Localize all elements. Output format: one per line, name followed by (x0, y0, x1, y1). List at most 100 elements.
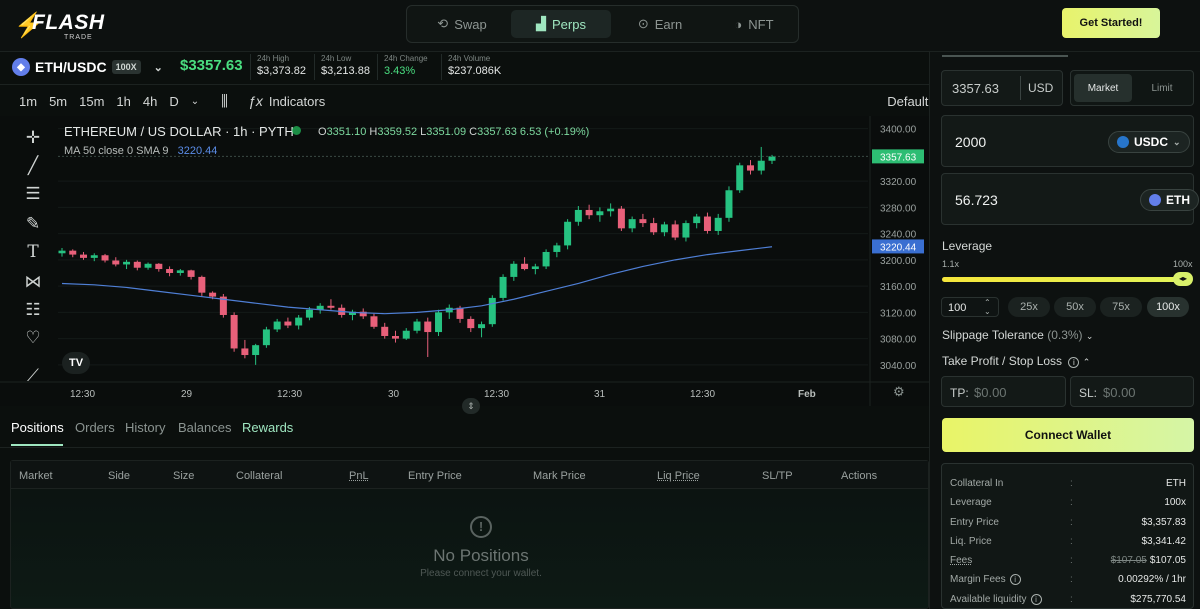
candle-body (746, 165, 754, 171)
candle-body (80, 254, 88, 258)
indicators-button[interactable]: Indicators (269, 94, 325, 109)
connect-wallet-button[interactable]: Connect Wallet (942, 418, 1194, 452)
price-field[interactable]: 3357.63 USD (941, 70, 1063, 106)
receive-token-select[interactable]: ETH (1140, 189, 1199, 211)
tpsl-toggle[interactable]: Take Profit / Stop Loss i ⌃ (942, 354, 1090, 368)
x-tick-label: 29 (181, 389, 193, 400)
order-panel: 3357.63 USD Market Limit 2000 USDC ⌄ 56.… (929, 52, 1200, 609)
ma-line (61, 246, 773, 315)
tab-swap[interactable]: ⟲ Swap (417, 10, 507, 38)
col-collateral: Collateral (236, 470, 283, 482)
candle-body (381, 326, 389, 336)
tf-4h[interactable]: 4h (143, 94, 157, 109)
tradingview-icon[interactable]: TV (62, 352, 90, 374)
favorite-icon[interactable]: ♡ (22, 328, 44, 350)
leverage-badge: 100X (111, 60, 141, 74)
flash-logo[interactable]: ⚡ FLASH TRADE (14, 9, 104, 41)
candle-body (682, 223, 690, 238)
tf-1h[interactable]: 1h (116, 94, 130, 109)
stepper-icon[interactable]: ⌃ ⌄ (984, 298, 991, 316)
tab-positions[interactable]: Positions (11, 420, 64, 435)
tab-history[interactable]: History (125, 420, 165, 435)
x-tick-label: 12:30 (690, 389, 715, 400)
ruler-icon[interactable]: ⟋ (22, 366, 44, 388)
tf-chevron-icon[interactable]: ⌄ (191, 96, 199, 107)
chart-settings-icon[interactable]: ⚙ (893, 384, 905, 400)
price-chart[interactable]: 3400.00 3320.00 3280.00 3240.00 3200.00 3160.… (0, 116, 929, 406)
tab-balances[interactable]: Balances (178, 420, 231, 435)
col-mark-price: Mark Price (533, 470, 586, 482)
chevron-down-icon: ⌄ (1173, 136, 1181, 147)
tp-field[interactable]: TP: $0.00 (941, 376, 1066, 407)
product-tabs: ⟲ Swap ▟ Perps ⊙ Earn ◑ NFT (406, 5, 799, 43)
empty-subtitle: Please connect your wallet. (420, 568, 542, 579)
candle-body (166, 269, 174, 273)
y-tick-label: 3240.00 (880, 230, 917, 241)
leverage-slider-track[interactable] (942, 277, 1192, 282)
tf-5m[interactable]: 5m (49, 94, 67, 109)
candle-body (639, 219, 647, 224)
candle-body (435, 312, 443, 333)
chevron-up-icon: ⌃ (1082, 357, 1091, 367)
tf-1m[interactable]: 1m (19, 94, 37, 109)
leverage-input[interactable]: 100 ⌃ ⌄ (941, 297, 999, 317)
pay-token-select[interactable]: USDC ⌄ (1108, 131, 1190, 153)
tab-earn[interactable]: ⊙ Earn (615, 10, 705, 38)
receive-amount-field[interactable]: 56.723 ETH (941, 173, 1199, 225)
lev-preset-100x[interactable]: 100x (1147, 297, 1189, 317)
empty-state: ! No Positions Please connect your walle… (406, 516, 556, 579)
pair-selector[interactable]: ◆ ETH/USDC 100X ⌄ (12, 58, 163, 76)
layout-select[interactable]: Default (887, 94, 928, 109)
candle-body (241, 348, 249, 356)
positions-tabs: Positions Orders History Balances Reward… (0, 412, 929, 448)
candle-body (230, 314, 238, 349)
earn-icon: ⊙ (637, 16, 649, 31)
get-started-button[interactable]: Get Started! (1062, 8, 1160, 38)
candle-body (327, 305, 335, 308)
lev-preset-50x[interactable]: 50x (1054, 297, 1096, 317)
tab-nft[interactable]: ◑ NFT (709, 10, 799, 38)
stat-24h-high: 24h High $3,373.82 (250, 54, 306, 80)
trendline-icon[interactable]: ╱ (22, 156, 44, 178)
pay-amount-field[interactable]: 2000 USDC ⌄ (941, 115, 1194, 167)
y-tick-label: 3320.00 (880, 177, 917, 188)
tp-input: $0.00 (974, 385, 1007, 400)
swap-icon: ⟲ (437, 16, 449, 31)
order-type-limit[interactable]: Limit (1133, 74, 1191, 102)
text-tool-icon[interactable]: T (22, 242, 44, 264)
fib-icon[interactable]: ☰ (22, 184, 44, 206)
lev-preset-75x[interactable]: 75x (1100, 297, 1142, 317)
slippage-toggle[interactable]: Slippage Tolerance (0.3%) ⌄ (942, 328, 1093, 342)
candle-body (650, 223, 658, 233)
candle-body (176, 270, 184, 273)
crosshair-icon[interactable]: ✛ (22, 128, 44, 150)
tab-perps[interactable]: ▟ Perps (511, 10, 611, 38)
indicators-icon[interactable]: ƒx (248, 93, 263, 109)
summary-margin-fees: Margin Fees i:0.00292% / 1hr (950, 574, 1186, 585)
tf-15m[interactable]: 15m (79, 94, 104, 109)
order-type-market[interactable]: Market (1074, 74, 1132, 102)
sl-field[interactable]: SL: $0.00 (1070, 376, 1194, 407)
candle-body (510, 263, 518, 277)
pattern-icon[interactable]: ⋈ (22, 272, 44, 294)
tab-rewards[interactable]: Rewards (242, 420, 293, 435)
candle-type-icon[interactable]: ⫼ (221, 93, 228, 110)
info-icon: i (1068, 357, 1080, 368)
prediction-icon[interactable]: ☷ (22, 300, 44, 322)
candle-body (101, 255, 109, 261)
summary-liq-price: Liq. Price: $3,341.42 (950, 536, 1186, 547)
tf-d[interactable]: D (169, 94, 178, 109)
panel-tab-indicator (942, 55, 1068, 57)
col-side: Side (108, 470, 131, 482)
ohlc-readout: O3351.10 H3359.52 L3351.09 C3357.63 6.53… (318, 126, 590, 138)
x-tick-label: 12:30 (484, 389, 509, 400)
brush-icon[interactable]: ✎ (22, 214, 44, 236)
lev-preset-25x[interactable]: 25x (1008, 297, 1050, 317)
tab-orders[interactable]: Orders (75, 420, 115, 435)
x-tick-label: 30 (388, 389, 400, 400)
candle-body (757, 160, 765, 171)
stat-24h-change: 24h Change 3.43% (377, 54, 428, 80)
leverage-slider-handle[interactable]: ◂▸ (1173, 272, 1193, 286)
sl-input: $0.00 (1103, 385, 1136, 400)
candle-body (553, 245, 561, 252)
